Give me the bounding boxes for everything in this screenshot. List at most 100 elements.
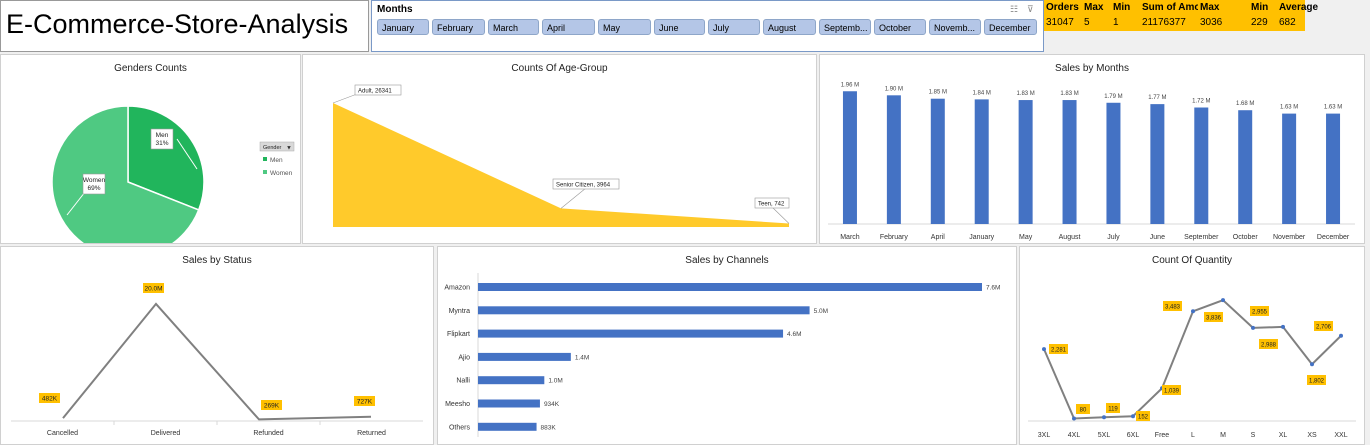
stats-header-2: Min [1111,0,1140,15]
data-label: 1.68 M [1236,101,1254,107]
point-4xl [1072,416,1076,421]
quantity-chart-panel: Count Of Quantity 2,281 3XL 80 4XL 119 5XL 152… [1019,246,1365,445]
month-slicer-5[interactable]: May [598,19,651,35]
x-tick-label: Returned [357,430,386,437]
x-tick-label: XL [1279,432,1288,439]
data-label: 3,836 [1206,316,1222,322]
y-tick-label: Others [449,424,471,431]
age-chart-panel: Counts Of Age-Group Adult, 26341 Senior C… [302,54,817,244]
x-tick-label: S [1251,432,1256,439]
status-line [62,302,372,421]
clear-filter-icon[interactable]: ⊽ [1027,4,1034,15]
x-tick-label: Cancelled [47,430,78,437]
stats-value-6: 682 [1277,15,1305,31]
data-label: 727K [357,399,373,406]
data-label: 20.0M [144,286,162,293]
x-tick-label: XXL [1334,432,1347,439]
month-slicer-10[interactable]: October [874,19,926,35]
data-label: 1,039 [1164,389,1180,395]
data-label: 1.83 M [1016,91,1034,97]
gender-pie-chart: Men31%Women69%Gender ▼MenWomen [51,105,295,243]
stats-header-6: Average [1277,0,1319,15]
x-tick-label: 3XL [1038,432,1051,439]
point-6xl [1131,414,1135,419]
month-slicer-12[interactable]: December [984,19,1037,35]
month-slicer-4[interactable]: April [542,19,595,35]
y-tick-label: Myntra [449,308,471,315]
bar-june [1150,104,1165,224]
data-label: 1.77 M [1148,95,1166,101]
data-label: 69% [87,185,100,192]
month-slicer-9[interactable]: Septemb... [819,19,871,35]
bar-september [1194,107,1209,224]
age-area [333,103,789,227]
data-label: 80 [1080,408,1087,414]
channels-chart-panel: Sales by Channels 7.6M Amazon 5.0M Myntra 4.… [437,246,1017,445]
data-label: 1.96 M [841,82,859,88]
status-line-chart: 482K Cancelled 20.0M Delivered 269K Refunded 7… [11,283,423,437]
stats-header-0: Orders [1044,0,1082,15]
data-label: 2,955 [1252,310,1268,316]
data-label: 1,802 [1309,379,1325,385]
x-tick-label: October [1233,234,1259,241]
month-slicer-1[interactable]: January [377,19,429,35]
data-label: 152 [1138,415,1149,421]
bar-january [974,99,989,224]
age-area-chart: Adult, 26341 Senior Citizen, 3964 Teen, 74… [332,84,790,227]
data-label: 883K [541,424,557,431]
data-label: 482K [42,396,58,403]
stats-value-2: 1 [1111,15,1140,31]
data-label: 1.63 M [1280,105,1298,111]
point-xl [1281,324,1285,329]
point-5xl [1102,415,1106,420]
month-slicer-6[interactable]: June [654,19,705,35]
quantity-line-chart: 2,281 3XL 80 4XL 119 5XL 152 6XL 1,039 Free 3,483 L… [1028,298,1356,439]
month-slicer-2[interactable]: February [432,19,485,35]
data-label: 4.6M [787,331,801,338]
x-tick-label: April [931,234,945,241]
data-label: 7.6M [986,285,1000,292]
x-tick-label: Delivered [151,430,181,437]
data-label: 1.90 M [885,86,903,92]
month-slicer-3[interactable]: March [488,19,539,35]
x-tick-label: 5XL [1098,432,1111,439]
bar-july [1106,102,1121,224]
months-bar-chart: 1.96 M March 1.90 M February 1.85 M April 1.84… [828,82,1355,241]
month-slicer-11[interactable]: Novemb... [929,19,981,35]
dropdown-icon: ▼ [286,146,292,152]
quantity-line [1043,299,1342,420]
stats-header-5: Min [1249,0,1277,15]
dashboard-title: E-Commerce-Store-Analysis [6,9,349,39]
stats-value-1: 5 [1082,15,1111,31]
data-label: Adult, 26341 [358,89,392,95]
y-tick-label: Flipkart [447,331,470,338]
y-tick-label: Ajio [458,354,470,361]
bar-amazon [478,283,982,291]
x-tick-label: January [969,234,994,241]
x-tick-label: M [1220,432,1226,439]
x-tick-label: March [840,234,860,241]
label-leader [332,93,358,104]
stats-value-0: 31047 [1044,15,1082,31]
month-slicer-8[interactable]: August [763,19,816,35]
point-m [1221,298,1225,303]
x-tick-label: 6XL [1127,432,1140,439]
bar-may [1018,100,1033,224]
x-tick-label: May [1019,234,1033,241]
bar-august [1062,100,1077,224]
title-panel: E-Commerce-Store-Analysis [0,0,369,52]
data-label: 1.85 M [929,90,947,96]
stats-header-1: Max [1082,0,1111,15]
month-slicer-7[interactable]: July [708,19,760,35]
stats-value-5: 229 [1249,15,1277,31]
channels-bar-chart: 7.6M Amazon 5.0M Myntra 4.6M Flipkart 1.4M Ajio… [444,273,1000,437]
multi-select-icon[interactable]: ☷ [1010,4,1018,15]
data-label: 269K [264,403,280,410]
data-label: Men [156,132,169,139]
x-tick-label: February [880,234,909,241]
data-label: 2,988 [1261,343,1277,349]
x-tick-label: December [1317,234,1350,241]
point-3xl [1042,347,1046,352]
bar-myntra [478,306,810,315]
bar-april [930,98,945,224]
